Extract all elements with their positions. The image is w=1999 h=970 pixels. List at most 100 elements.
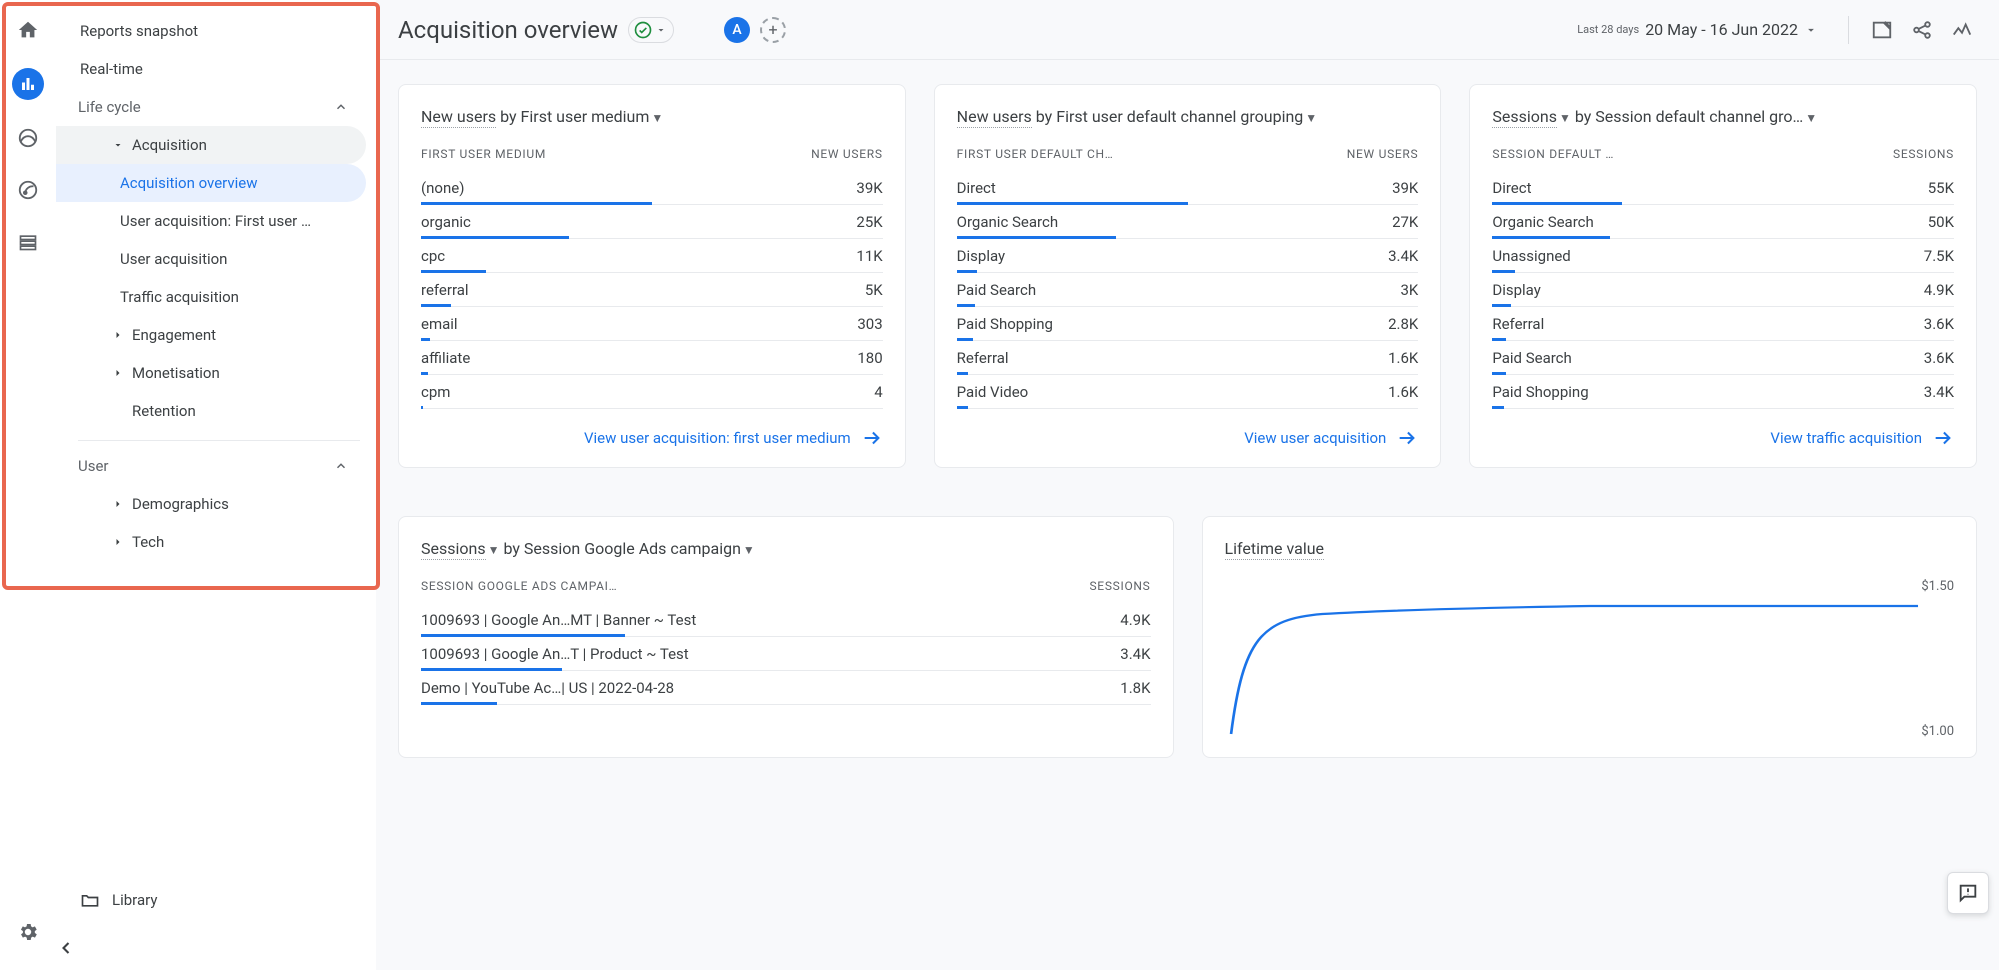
table-row[interactable]: Paid Shopping 2.8K <box>957 307 1419 341</box>
table-row[interactable]: referral 5K <box>421 273 883 307</box>
configure-icon[interactable] <box>14 228 42 256</box>
row-value: 2.8K <box>1388 315 1418 333</box>
y-tick-label: $1.50 <box>1921 579 1954 594</box>
chevron-down-icon <box>655 24 667 36</box>
sidebar-section-user[interactable]: User <box>56 447 366 485</box>
row-value: 25K <box>856 213 882 231</box>
table-row[interactable]: 1009693 | Google An…MT | Banner ~ Test 4… <box>421 603 1151 637</box>
nav-label: Engagement <box>132 326 216 344</box>
add-comparison-button[interactable]: + <box>760 17 786 43</box>
table-row[interactable]: Display 4.9K <box>1492 273 1954 307</box>
home-icon[interactable] <box>14 16 42 44</box>
card-sessions-by-channel: Sessions▼ by Session default channel gro… <box>1469 84 1977 468</box>
sidebar-item-library[interactable]: Library <box>56 870 376 930</box>
card-title: New users by First user medium▼ <box>421 105 883 129</box>
table-row[interactable]: Direct 55K <box>1492 171 1954 205</box>
table-row[interactable]: email 303 <box>421 307 883 341</box>
reports-sidebar: Reports snapshot Real-time Life cycle Ac… <box>56 0 376 970</box>
sidebar-divider <box>78 440 360 441</box>
card-dimension-dropdown[interactable]: First user default channel grouping▼ <box>1056 107 1317 126</box>
sidebar-item-acquisition[interactable]: Acquisition <box>56 126 366 164</box>
card-footer-link[interactable]: View traffic acquisition <box>1492 409 1954 449</box>
sidebar-section-lifecycle[interactable]: Life cycle <box>56 88 366 126</box>
sidebar-item-monetisation[interactable]: Monetisation <box>56 354 366 392</box>
bottom-cards-row: Sessions▼ by Session Google Ads campaign… <box>398 516 1977 758</box>
table-row[interactable]: Organic Search 27K <box>957 205 1419 239</box>
card-new-users-by-medium: New users by First user medium▼ FIRST US… <box>398 84 906 468</box>
table-row[interactable]: Direct 39K <box>957 171 1419 205</box>
card-dimension-dropdown[interactable]: First user medium▼ <box>521 107 664 126</box>
sidebar-item-user-acquisition[interactable]: User acquisition <box>56 240 366 278</box>
customize-report-icon[interactable] <box>1867 15 1897 45</box>
comparison-segment-all-users[interactable]: A <box>724 17 750 43</box>
reports-icon[interactable] <box>12 68 44 100</box>
date-range-value: 20 May - 16 Jun 2022 <box>1645 20 1798 39</box>
admin-gear-icon[interactable] <box>14 918 42 946</box>
share-report-icon[interactable] <box>1907 15 1937 45</box>
table-row[interactable]: Paid Search 3.6K <box>1492 341 1954 375</box>
table-row[interactable]: Paid Shopping 3.4K <box>1492 375 1954 409</box>
table-row[interactable]: organic 25K <box>421 205 883 239</box>
table-row[interactable]: cpm 4 <box>421 375 883 409</box>
table-row[interactable]: Organic Search 50K <box>1492 205 1954 239</box>
sidebar-item-tech[interactable]: Tech <box>56 523 366 561</box>
card-metric: Lifetime value <box>1225 539 1325 560</box>
table-row[interactable]: Referral 3.6K <box>1492 307 1954 341</box>
send-feedback-button[interactable] <box>1947 872 1989 914</box>
data-quality-dropdown[interactable] <box>628 17 674 43</box>
sidebar-item-reports-snapshot[interactable]: Reports snapshot <box>56 12 366 50</box>
sidebar-item-retention[interactable]: Retention <box>56 392 366 430</box>
sidebar-item-acquisition-overview[interactable]: Acquisition overview <box>56 164 366 202</box>
feedback-icon <box>1957 882 1979 904</box>
advertising-icon[interactable] <box>14 176 42 204</box>
card-dimension-dropdown[interactable]: Session default channel gro…▼ <box>1595 107 1817 126</box>
chevron-up-icon <box>334 100 348 114</box>
row-label: cpm <box>421 383 450 401</box>
table-row[interactable]: cpc 11K <box>421 239 883 273</box>
row-value: 11K <box>856 247 882 265</box>
card-metric: New users <box>421 107 496 128</box>
card-footer-link[interactable]: View user acquisition <box>957 409 1419 449</box>
table-row[interactable]: affiliate 180 <box>421 341 883 375</box>
table-row[interactable]: Unassigned 7.5K <box>1492 239 1954 273</box>
table-row[interactable]: Demo | YouTube Ac…| US | 2022-04-28 1.8K <box>421 671 1151 705</box>
row-value: 39K <box>1392 179 1418 197</box>
table-row[interactable]: Paid Search 3K <box>957 273 1419 307</box>
table-col-dimension: FIRST USER DEFAULT CH… <box>957 147 1114 161</box>
sidebar-item-user-acquisition-first-user[interactable]: User acquisition: First user … <box>56 202 366 240</box>
row-value: 1.8K <box>1120 679 1150 697</box>
collapse-sidebar-button[interactable] <box>56 930 376 970</box>
avatar-letter: A <box>732 22 741 38</box>
y-tick-label: $1.00 <box>1921 724 1954 739</box>
arrow-right-icon <box>861 427 883 449</box>
card-title: New users by First user default channel … <box>957 105 1419 129</box>
row-label: Referral <box>1492 315 1544 333</box>
page-header: Acquisition overview A + Last 28 days 20… <box>376 0 1999 60</box>
row-value: 1.6K <box>1388 383 1418 401</box>
table-row[interactable]: 1009693 | Google An…T | Product ~ Test 3… <box>421 637 1151 671</box>
card-by: by <box>500 107 520 126</box>
row-value: 50K <box>1928 213 1954 231</box>
table-row[interactable]: (none) 39K <box>421 171 883 205</box>
card-dimension-dropdown[interactable]: Session Google Ads campaign▼ <box>524 539 755 558</box>
table-row[interactable]: Referral 1.6K <box>957 341 1419 375</box>
explore-icon[interactable] <box>14 124 42 152</box>
table-header: SESSION DEFAULT … SESSIONS <box>1492 147 1954 161</box>
card-title: Sessions▼ by Session default channel gro… <box>1492 105 1954 129</box>
nav-label: Traffic acquisition <box>120 288 239 306</box>
sidebar-item-traffic-acquisition[interactable]: Traffic acquisition <box>56 278 366 316</box>
table-row[interactable]: Display 3.4K <box>957 239 1419 273</box>
table-row[interactable]: Paid Video 1.6K <box>957 375 1419 409</box>
date-range-picker[interactable]: Last 28 days 20 May - 16 Jun 2022 <box>1577 20 1818 39</box>
insights-icon[interactable] <box>1947 15 1977 45</box>
chevron-up-icon <box>334 459 348 473</box>
nav-label: Acquisition overview <box>120 174 258 192</box>
sidebar-item-realtime[interactable]: Real-time <box>56 50 366 88</box>
sidebar-item-demographics[interactable]: Demographics <box>56 485 366 523</box>
card-footer-link[interactable]: View user acquisition: first user medium <box>421 409 883 449</box>
nav-label: Reports snapshot <box>80 22 198 40</box>
sidebar-item-engagement[interactable]: Engagement <box>56 316 366 354</box>
nav-label: Acquisition <box>132 136 207 154</box>
card-metric: New users <box>957 107 1032 128</box>
table-col-metric: SESSIONS <box>1089 579 1150 593</box>
